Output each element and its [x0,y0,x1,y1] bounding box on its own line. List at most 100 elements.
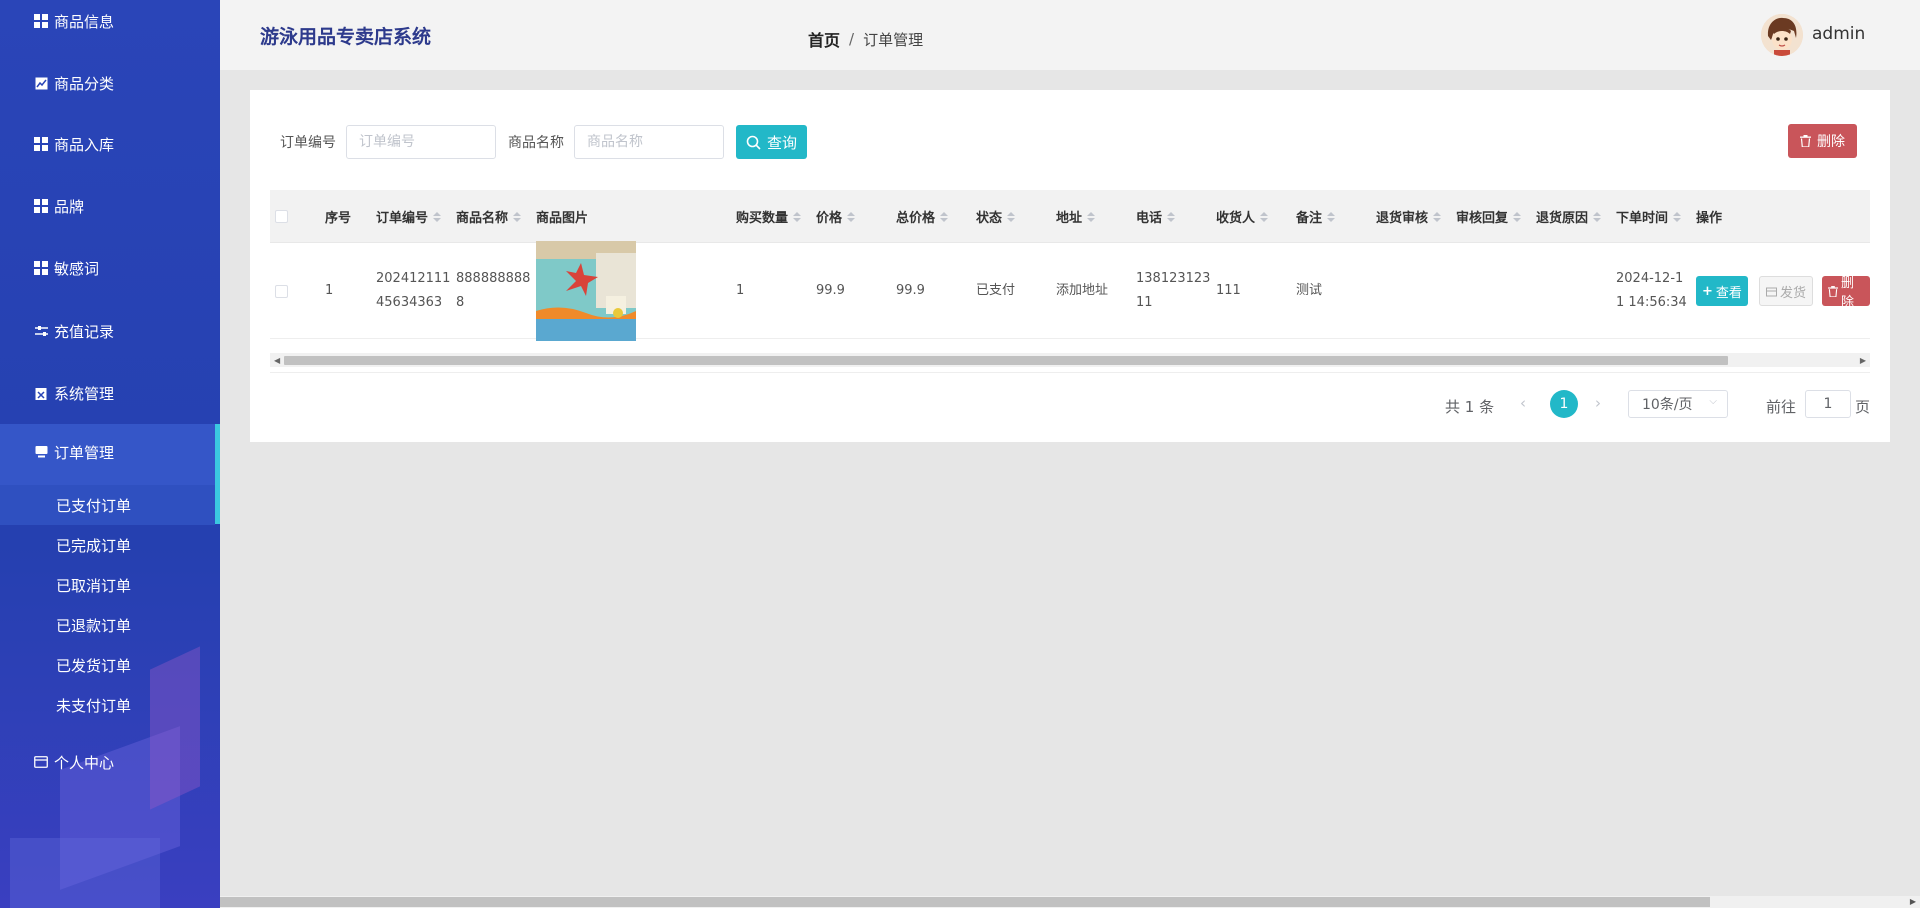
table-header: 序号 订单编号 商品名称 商品图片 购买数量 价格 总价格 状态 地址 电话 收… [270,190,1870,243]
avatar[interactable] [1761,14,1803,56]
product-image[interactable] [536,241,636,341]
scroll-left-icon[interactable]: ◀ [274,356,280,365]
sort-icon [433,211,442,223]
sort-icon [1167,211,1176,223]
header-order-no[interactable]: 订单编号 [376,190,442,243]
ship-button[interactable]: 发货 [1759,276,1814,306]
page-number-current[interactable]: 1 [1550,390,1578,418]
breadcrumb: 首页 / 订单管理 [808,27,923,51]
sort-icon [1327,211,1336,223]
sidebar-item-label: 商品入库 [54,135,115,154]
header-actions: 操作 [1696,211,1723,226]
sidebar-item-recharge[interactable]: 充值记录 [0,306,220,356]
product-name-label: 商品名称 [508,135,564,151]
sort-icon [1007,211,1016,223]
sidebar-item-label: 商品分类 [54,74,115,93]
header-phone[interactable]: 电话 [1136,190,1176,243]
sort-icon [1673,211,1682,223]
header-status[interactable]: 状态 [976,190,1016,243]
cell-note: 测试 [1296,283,1323,298]
sidebar-item-category[interactable]: 商品分类 [0,58,220,108]
sidebar-item-sensitive-words[interactable]: 敏感词 [0,243,220,293]
header-receiver[interactable]: 收货人 [1216,190,1269,243]
sort-icon [513,211,522,223]
sidebar-item-brand[interactable]: 品牌 [0,181,220,231]
cell-total: 99.9 [896,283,925,298]
sidebar-item-label: 敏感词 [54,259,100,278]
grid-icon [34,137,48,151]
sidebar-subitem-cancelled[interactable]: 已取消订单 [0,565,215,605]
next-page-icon[interactable]: › [1595,394,1601,412]
prev-page-icon[interactable]: ‹ [1520,394,1526,412]
select-all-checkbox[interactable] [275,190,288,243]
sort-icon [1593,211,1602,223]
orders-table: 序号 订单编号 商品名称 商品图片 购买数量 价格 总价格 状态 地址 电话 收… [270,190,1870,373]
goto-page-input[interactable]: 1 [1805,390,1851,418]
cell-price: 99.9 [816,283,845,298]
view-button[interactable]: + 查看 [1696,276,1748,306]
header-quantity[interactable]: 购买数量 [736,190,802,243]
sidebar-item-stock-in[interactable]: 商品入库 [0,119,220,169]
sidebar-subitem-shipped[interactable]: 已发货订单 [0,645,215,685]
cell-status: 已支付 [976,283,1016,298]
header-index: 序号 [325,211,352,226]
scroll-right-icon[interactable]: ▶ [1860,356,1866,365]
header-product-name[interactable]: 商品名称 [456,190,522,243]
search-bar: 订单编号 商品名称 查询 [280,125,808,159]
sidebar-subitem-paid[interactable]: 已支付订单 [0,485,215,525]
grid-icon [34,14,48,28]
breadcrumb-home[interactable]: 首页 [808,27,840,51]
sidebar-item-profile[interactable]: 个人中心 [0,737,220,787]
sidebar-subitem-refunded[interactable]: 已退款订单 [0,605,215,645]
cell-product-image[interactable] [536,241,636,341]
header-total[interactable]: 总价格 [896,190,949,243]
cell-order-no: 202412111 45634363 [376,271,451,310]
sort-icon [1087,211,1096,223]
sidebar-item-product-info[interactable]: 商品信息 [0,0,220,46]
cell-phone: 138123123 11 [1136,271,1211,310]
pagination-total: 共 1 条 [1445,398,1495,416]
row-delete-button[interactable]: 删除 [1822,276,1870,310]
breadcrumb-separator: / [849,30,855,48]
header-address[interactable]: 地址 [1056,190,1096,243]
app-title: 游泳用品专卖店系统 [260,26,432,48]
sidebar-item-label: 品牌 [54,197,85,216]
table-horizontal-scrollbar[interactable]: ◀ ▶ [270,353,1870,367]
trash-icon [1828,285,1838,297]
cell-order-time: 2024-12-1 1 14:56:34 [1616,271,1687,310]
ship-icon [1766,286,1777,297]
batch-delete-button[interactable]: 删除 [1788,124,1857,158]
scrollbar-thumb[interactable] [284,356,1728,365]
sort-icon [940,211,949,223]
cell-address: 添加地址 [1056,283,1109,298]
sidebar: 商品信息 商品分类 商品入库 品牌 敏感词 充值记录 系统管理 订单管理 已支付… [0,0,220,908]
sort-icon [1513,211,1522,223]
sidebar-item-label: 订单管理 [54,444,115,462]
order-no-input[interactable] [346,125,496,159]
product-name-input[interactable] [574,125,724,159]
sliders-icon [34,324,48,338]
username[interactable]: admin [1812,24,1865,44]
sidebar-item-system[interactable]: 系统管理 [0,368,220,418]
header-order-time[interactable]: 下单时间 [1616,190,1682,243]
sidebar-item-label: 商品信息 [54,12,115,31]
sidebar-subitem-completed[interactable]: 已完成订单 [0,525,215,565]
page-horizontal-scrollbar[interactable]: ▶ [220,896,1920,908]
header-return-review[interactable]: 退货审核 [1376,190,1442,243]
cell-quantity: 1 [736,283,745,298]
header-price[interactable]: 价格 [816,190,856,243]
page-size-select[interactable]: 10条/页 ⌵ [1628,390,1728,418]
active-indicator [215,424,220,524]
goto-label: 前往 [1766,398,1797,416]
row-checkbox[interactable] [275,243,288,339]
chevron-down-icon: ⌵ [1709,396,1717,407]
scroll-right-icon[interactable]: ▶ [1910,897,1916,906]
sidebar-item-label: 个人中心 [54,753,115,772]
query-button[interactable]: 查询 [736,125,808,159]
sidebar-subitem-unpaid[interactable]: 未支付订单 [0,685,215,725]
header-return-reason[interactable]: 退货原因 [1536,190,1602,243]
chart-icon [34,76,48,90]
header-review-reply[interactable]: 审核回复 [1456,190,1522,243]
header-note[interactable]: 备注 [1296,190,1336,243]
scrollbar-thumb[interactable] [220,897,1710,907]
